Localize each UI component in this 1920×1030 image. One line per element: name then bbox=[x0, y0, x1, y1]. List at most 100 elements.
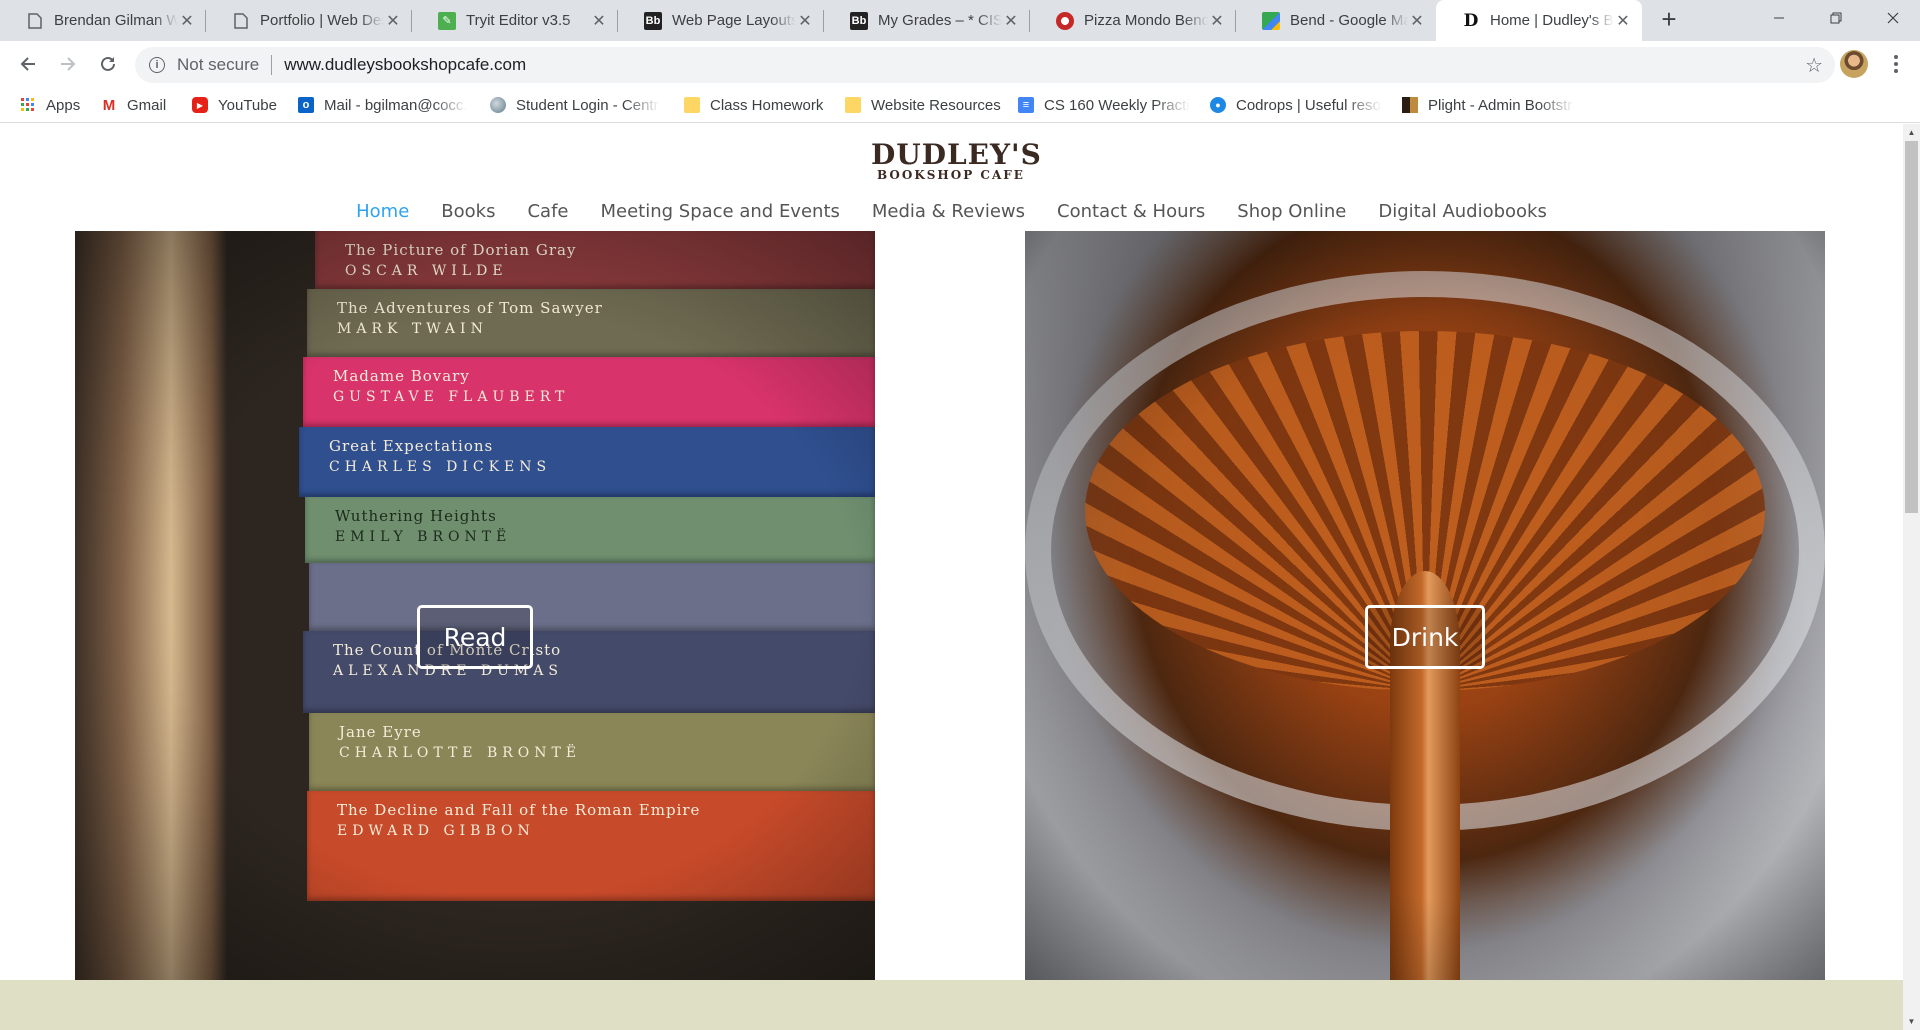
read-button[interactable]: Read bbox=[417, 605, 533, 669]
blackboard-icon: Bb bbox=[644, 11, 662, 30]
tab-2[interactable]: ✎ Tryit Editor v3.5 ✕ bbox=[412, 0, 618, 41]
close-icon[interactable]: ✕ bbox=[384, 11, 402, 31]
page-scrollbar[interactable]: ▲ ▼ bbox=[1903, 124, 1920, 1030]
tab-3[interactable]: Bb Web Page Layouts ✕ bbox=[618, 0, 824, 41]
bookmark-gmail[interactable]: M Gmail bbox=[101, 87, 166, 123]
bookmark-label: Mail - bgilman@cocc.edu bbox=[324, 96, 468, 114]
book-stack-image: The Picture of Dorian Gray OSCAR WILDE The… bbox=[295, 231, 875, 981]
bookmark-label: Apps bbox=[46, 96, 81, 114]
dudleys-d-icon: D bbox=[1463, 10, 1479, 31]
book-spine: Great Expectations CHARLES DICKENS bbox=[299, 427, 875, 497]
scroll-up-arrow-icon[interactable]: ▲ bbox=[1903, 124, 1920, 141]
tab-title: My Grades – * CIS bbox=[878, 12, 1002, 29]
close-icon[interactable]: ✕ bbox=[1208, 11, 1226, 31]
bookmark-label: Codrops | Useful resources bbox=[1236, 96, 1382, 114]
book-spine: Wuthering Heights EMILY BRONTË bbox=[305, 497, 875, 563]
bookmark-youtube[interactable]: ▶ YouTube bbox=[192, 87, 277, 123]
divider bbox=[271, 55, 273, 75]
book-author: ALEXANDRE DUMAS bbox=[333, 663, 563, 679]
gmail-icon: M bbox=[102, 96, 116, 114]
docs-icon: ≡ bbox=[1018, 97, 1034, 113]
nav-books[interactable]: Books bbox=[425, 197, 511, 227]
site-logo[interactable]: DUDLEY'S BOOKSHOP CAFE bbox=[871, 138, 1042, 183]
close-icon[interactable]: ✕ bbox=[796, 11, 814, 31]
tab-title: Bend - Google Maps bbox=[1290, 12, 1408, 29]
tab-strip: Brendan Gilman Web Portfolio ✕ Portfolio… bbox=[0, 0, 1920, 41]
bookmark-mail[interactable]: o Mail - bgilman@cocc.edu bbox=[298, 87, 468, 123]
tryit-icon: ✎ bbox=[438, 11, 456, 30]
bookmark-class-homework[interactable]: Class Homework bbox=[684, 87, 823, 123]
book-spine: The Decline and Fall of the Roman Empire… bbox=[307, 791, 875, 901]
bookmark-label: Website Resources bbox=[871, 96, 1001, 114]
tab-6[interactable]: Bend - Google Maps ✕ bbox=[1236, 0, 1436, 41]
book-title: Wuthering Heights bbox=[335, 507, 497, 525]
bookmark-label: Student Login - Central Oregon bbox=[516, 96, 660, 114]
bookmark-codrops[interactable]: ● Codrops | Useful resources bbox=[1210, 87, 1382, 123]
close-icon[interactable]: ✕ bbox=[1614, 11, 1632, 31]
bookmark-label: Class Homework bbox=[710, 96, 824, 114]
scroll-thumb[interactable] bbox=[1905, 141, 1918, 513]
book-spine: The Adventures of Tom Sawyer MARK TWAIN bbox=[307, 289, 875, 357]
logo-line-1: DUDLEY'S bbox=[871, 138, 1042, 171]
nav-home[interactable]: Home bbox=[340, 197, 425, 227]
folder-icon bbox=[684, 97, 700, 113]
address-bar[interactable]: i Not secure www.dudleysbookshopcafe.com… bbox=[135, 47, 1835, 83]
reload-button[interactable] bbox=[94, 50, 122, 78]
info-icon[interactable]: i bbox=[149, 57, 165, 73]
book-title: The Picture of Dorian Gray bbox=[345, 241, 577, 259]
minimize-button[interactable] bbox=[1750, 0, 1807, 36]
kebab-menu-icon[interactable] bbox=[1882, 50, 1910, 78]
close-icon[interactable]: ✕ bbox=[590, 11, 608, 31]
tab-0[interactable]: Brendan Gilman Web Portfolio ✕ bbox=[0, 0, 206, 41]
nav-media-reviews[interactable]: Media & Reviews bbox=[856, 197, 1041, 227]
scroll-down-arrow-icon[interactable]: ▼ bbox=[1903, 1013, 1920, 1030]
youtube-icon: ▶ bbox=[192, 97, 208, 113]
document-icon bbox=[26, 12, 44, 30]
close-icon[interactable]: ✕ bbox=[1002, 11, 1020, 31]
globe-icon bbox=[490, 97, 506, 113]
bookmark-website-resources[interactable]: Website Resources bbox=[845, 87, 1001, 123]
drink-button[interactable]: Drink bbox=[1365, 605, 1485, 669]
blackboard-icon: Bb bbox=[850, 11, 868, 30]
restore-button[interactable] bbox=[1807, 0, 1864, 36]
book-title: Great Expectations bbox=[329, 437, 494, 455]
tab-1[interactable]: Portfolio | Web Design ✕ bbox=[206, 0, 412, 41]
bookmark-plight[interactable]: Plight - Admin Bootstrap bbox=[1402, 87, 1574, 123]
bookmark-label: CS 160 Weekly Practice bbox=[1044, 96, 1190, 114]
tab-title: Brendan Gilman Web Portfolio bbox=[54, 12, 178, 29]
apps-grid-icon bbox=[20, 97, 36, 113]
book-author: GUSTAVE FLAUBERT bbox=[333, 389, 570, 405]
security-label: Not secure bbox=[177, 55, 260, 74]
nav-contact-hours[interactable]: Contact & Hours bbox=[1041, 197, 1221, 227]
close-icon[interactable]: ✕ bbox=[178, 11, 196, 31]
nav-meeting-space[interactable]: Meeting Space and Events bbox=[584, 197, 855, 227]
nav-cafe[interactable]: Cafe bbox=[511, 197, 584, 227]
tab-7-active[interactable]: D Home | Dudley's Bookshop Cafe ✕ bbox=[1436, 0, 1642, 41]
bookmark-apps[interactable]: Apps bbox=[20, 87, 80, 123]
tab-5[interactable]: Pizza Mondo Bend ✕ bbox=[1030, 0, 1236, 41]
book-title: The Decline and Fall of the Roman Empire bbox=[337, 801, 701, 819]
close-window-button[interactable] bbox=[1864, 0, 1920, 36]
bookmark-student-login[interactable]: Student Login - Central Oregon bbox=[490, 87, 660, 123]
tab-title: Pizza Mondo Bend bbox=[1084, 12, 1208, 29]
tab-4[interactable]: Bb My Grades – * CIS ✕ bbox=[824, 0, 1030, 41]
star-icon[interactable]: ☆ bbox=[1805, 53, 1823, 78]
book-author: EDWARD GIBBON bbox=[337, 823, 535, 839]
nav-digital-audiobooks[interactable]: Digital Audiobooks bbox=[1362, 197, 1563, 227]
back-button[interactable] bbox=[14, 50, 42, 78]
profile-avatar-icon[interactable] bbox=[1840, 50, 1868, 78]
book-author: CHARLES DICKENS bbox=[329, 459, 552, 475]
url-text[interactable]: www.dudleysbookshopcafe.com bbox=[284, 55, 526, 75]
book-spine: Madame Bovary GUSTAVE FLAUBERT bbox=[303, 357, 875, 427]
book-author: OSCAR WILDE bbox=[345, 263, 508, 279]
new-tab-button[interactable]: + bbox=[1655, 6, 1683, 34]
nav-shop-online[interactable]: Shop Online bbox=[1221, 197, 1362, 227]
folder-icon bbox=[845, 97, 861, 113]
close-icon[interactable]: ✕ bbox=[1408, 11, 1426, 31]
book-title: The Adventures of Tom Sawyer bbox=[337, 299, 603, 317]
tab-title: Tryit Editor v3.5 bbox=[466, 12, 571, 29]
bookmark-cs160[interactable]: ≡ CS 160 Weekly Practice bbox=[1018, 87, 1190, 123]
forward-button[interactable] bbox=[54, 50, 82, 78]
book-spine: The Count of Monte Cristo ALEXANDRE DUMAS bbox=[303, 631, 875, 713]
outlook-icon: o bbox=[298, 97, 314, 113]
